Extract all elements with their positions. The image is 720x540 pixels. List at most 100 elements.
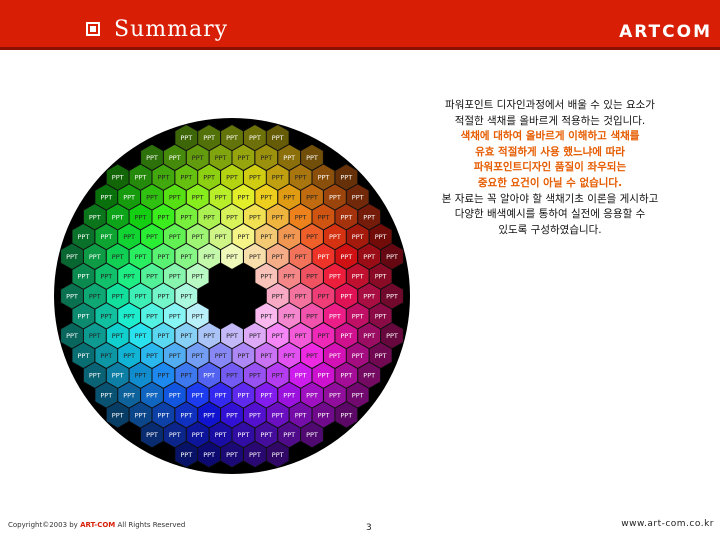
color-hex-label: PPT bbox=[146, 312, 158, 320]
color-hex-label: PPT bbox=[157, 372, 169, 380]
color-hex-label: PPT bbox=[89, 253, 101, 261]
color-hex-label: PPT bbox=[123, 352, 135, 360]
color-hex-label: PPT bbox=[180, 451, 192, 459]
color-hex-label: PPT bbox=[203, 134, 215, 142]
color-hex-label: PPT bbox=[77, 273, 89, 281]
color-hex-label: PPT bbox=[272, 411, 284, 419]
color-hex-label: PPT bbox=[260, 233, 272, 241]
color-hex-label: PPT bbox=[237, 233, 249, 241]
color-hex-label: PPT bbox=[318, 174, 330, 182]
color-hex-label: PPT bbox=[272, 293, 284, 301]
color-hex-label: PPT bbox=[237, 352, 249, 360]
color-hex-label: PPT bbox=[375, 273, 387, 281]
color-hex-label: PPT bbox=[146, 352, 158, 360]
color-hex-label: PPT bbox=[112, 372, 124, 380]
color-hex-label: PPT bbox=[169, 194, 181, 202]
color-hex-label: PPT bbox=[283, 392, 295, 400]
color-hex-label: PPT bbox=[386, 253, 398, 261]
color-hex-label: PPT bbox=[157, 213, 169, 221]
color-wheel: PPT PPT PPT PPT PPT PPT PPT PPT PPT PPT PPT PPT PPT P… bbox=[54, 118, 410, 474]
summary-line: 적절한 색채를 올바르게 적용하는 것입니다. bbox=[454, 114, 646, 127]
color-hex-label: PPT bbox=[306, 431, 318, 439]
color-hex-label: PPT bbox=[66, 253, 78, 261]
color-hex-label: PPT bbox=[180, 134, 192, 142]
color-hex-label: PPT bbox=[169, 233, 181, 241]
summary-line: 중요한 요건이 아닐 수 없습니다. bbox=[477, 176, 623, 189]
color-hex-label: PPT bbox=[260, 273, 272, 281]
color-hex-label: PPT bbox=[135, 253, 147, 261]
color-hex-label: PPT bbox=[226, 213, 238, 221]
summary-line: 다양한 배색예시를 통하여 실전에 응용할 수 bbox=[454, 208, 646, 221]
color-hex-label: PPT bbox=[135, 411, 147, 419]
color-hex-label: PPT bbox=[329, 273, 341, 281]
color-hex-label: PPT bbox=[226, 134, 238, 142]
color-hex-label: PPT bbox=[203, 332, 215, 340]
color-hex-label: PPT bbox=[249, 134, 261, 142]
color-hex-label: PPT bbox=[226, 253, 238, 261]
color-hex-label: PPT bbox=[100, 194, 112, 202]
color-hex-label: PPT bbox=[329, 392, 341, 400]
summary-text: 파워포인트 디자인과정에서 배울 수 있는 요소가 적절한 색채를 올바르게 적용… bbox=[382, 98, 718, 238]
color-hex-label: PPT bbox=[100, 392, 112, 400]
color-hex-label: PPT bbox=[226, 174, 238, 182]
color-hex-label: PPT bbox=[226, 411, 238, 419]
color-hex-label: PPT bbox=[363, 253, 375, 261]
color-hex-label: PPT bbox=[306, 352, 318, 360]
color-hex-label: PPT bbox=[157, 174, 169, 182]
color-hex-label: PPT bbox=[237, 154, 249, 162]
color-hex-label: PPT bbox=[146, 273, 158, 281]
color-hex-label: PPT bbox=[272, 332, 284, 340]
slide-title-group: Summary bbox=[86, 14, 228, 44]
color-hex-label: PPT bbox=[215, 233, 227, 241]
color-hex-label: PPT bbox=[135, 332, 147, 340]
color-hex-label: PPT bbox=[237, 431, 249, 439]
color-hex-label: PPT bbox=[329, 194, 341, 202]
brand-logo: ARTCOM bbox=[619, 22, 712, 42]
color-hex-label: PPT bbox=[295, 372, 307, 380]
color-hex-label: PPT bbox=[226, 372, 238, 380]
color-hex-label: PPT bbox=[340, 411, 352, 419]
color-hex-label: PPT bbox=[123, 392, 135, 400]
color-hex-label: PPT bbox=[169, 392, 181, 400]
color-hex-label: PPT bbox=[260, 312, 272, 320]
color-hex-label: PPT bbox=[215, 352, 227, 360]
color-hex-label: PPT bbox=[340, 213, 352, 221]
color-hex-label: PPT bbox=[260, 431, 272, 439]
color-hex-label: PPT bbox=[89, 332, 101, 340]
color-hex-label: PPT bbox=[375, 352, 387, 360]
page-number: 3 bbox=[366, 523, 372, 533]
color-hex-label: PPT bbox=[100, 312, 112, 320]
color-hex-label: PPT bbox=[352, 352, 364, 360]
color-hex-label: PPT bbox=[77, 312, 89, 320]
color-hex-label: PPT bbox=[100, 233, 112, 241]
color-hex-label: PPT bbox=[352, 194, 364, 202]
color-hex-label: PPT bbox=[272, 134, 284, 142]
color-hex-label: PPT bbox=[306, 312, 318, 320]
summary-line: 파워포인트디자인 품질이 좌우되는 bbox=[473, 161, 627, 174]
color-hex-label: PPT bbox=[318, 253, 330, 261]
color-hex-label: PPT bbox=[180, 372, 192, 380]
color-hex-label: PPT bbox=[363, 293, 375, 301]
color-hex-label: PPT bbox=[100, 273, 112, 281]
color-hex-label: PPT bbox=[89, 372, 101, 380]
color-hex-label: PPT bbox=[226, 332, 238, 340]
color-hex-label: PPT bbox=[77, 233, 89, 241]
color-hex-label: PPT bbox=[180, 174, 192, 182]
color-hex-label: PPT bbox=[295, 411, 307, 419]
color-hex-label: PPT bbox=[283, 431, 295, 439]
color-hex-label: PPT bbox=[169, 312, 181, 320]
color-hex-label: PPT bbox=[112, 174, 124, 182]
color-hex-label: PPT bbox=[203, 253, 215, 261]
color-hex-label: PPT bbox=[272, 174, 284, 182]
color-hex-label: PPT bbox=[157, 332, 169, 340]
color-hex-label: PPT bbox=[180, 213, 192, 221]
color-hex-label: PPT bbox=[260, 194, 272, 202]
color-hex-label: PPT bbox=[215, 392, 227, 400]
color-hex-label: PPT bbox=[123, 194, 135, 202]
color-hex-label: PPT bbox=[66, 332, 78, 340]
summary-line: 있도록 구성하였습니다. bbox=[498, 223, 602, 236]
color-hex-label: PPT bbox=[260, 392, 272, 400]
color-hex-label: PPT bbox=[215, 194, 227, 202]
copyright-suffix: All Rights Reserved bbox=[115, 521, 186, 529]
color-hex-label: PPT bbox=[180, 332, 192, 340]
